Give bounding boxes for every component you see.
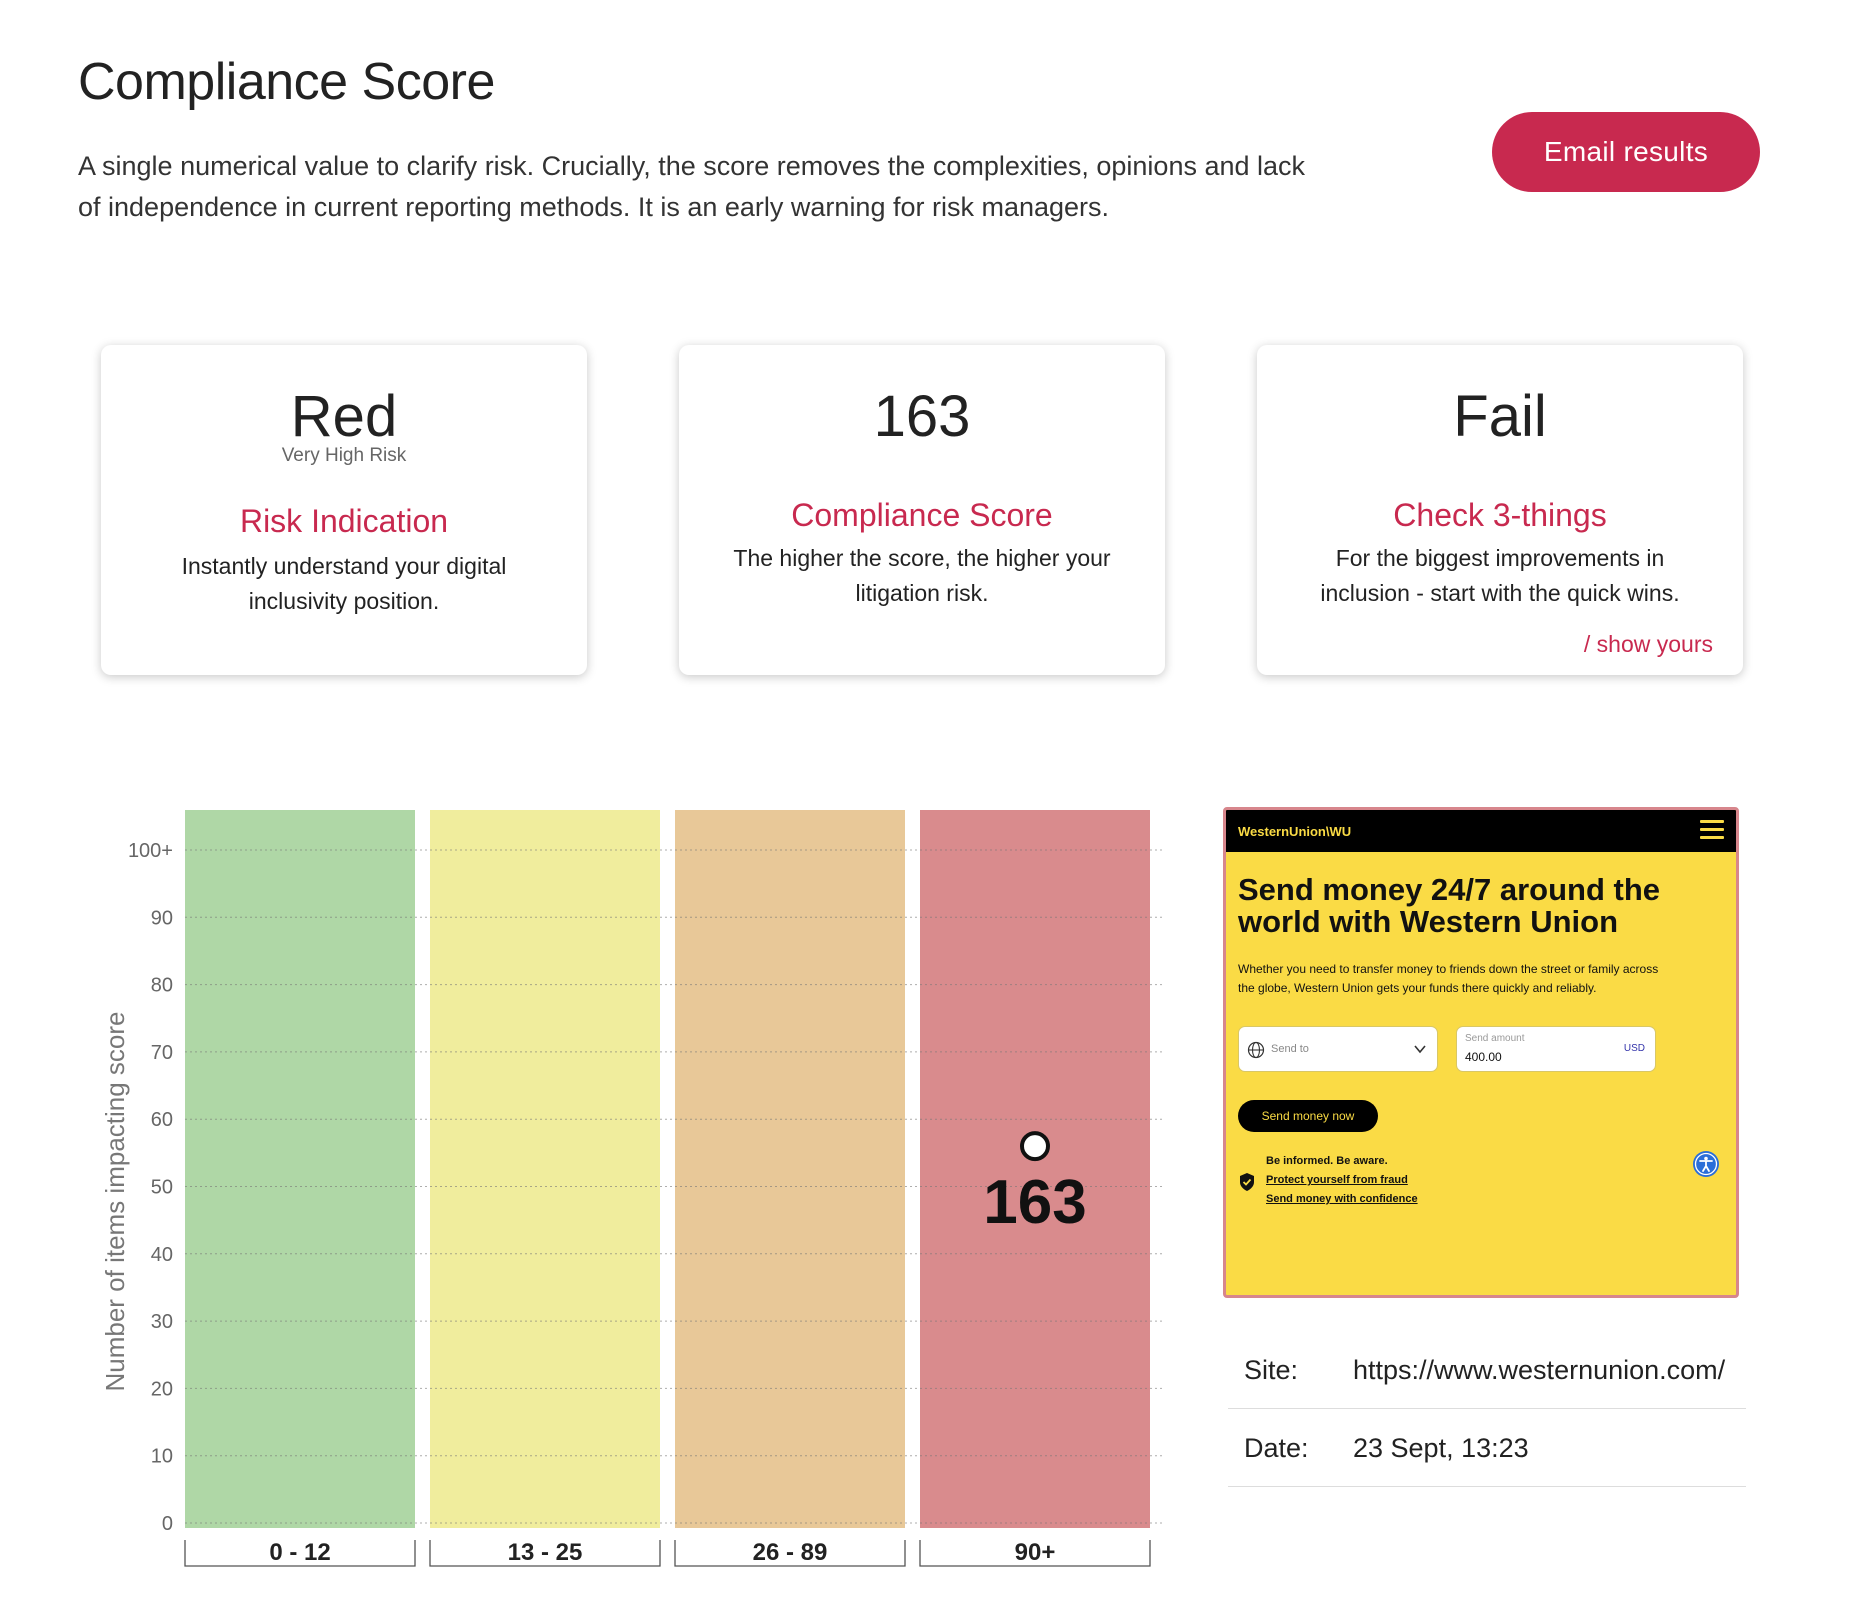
score-heading: Compliance Score — [791, 497, 1053, 533]
y-tick-label: 40 — [151, 1244, 173, 1266]
score-chart-svg: 0 - 12 13 - 25 26 - 89 90+ 0 10 20 30 40 50 60 70 80… — [100, 810, 1162, 1567]
y-tick-label: 10 — [151, 1446, 173, 1468]
y-tick-label: 70 — [151, 1042, 173, 1064]
show-yours-link[interactable]: / show yours — [1584, 631, 1713, 658]
shield-icon — [1240, 1173, 1254, 1191]
wu-info-title: Be informed. Be aware. — [1266, 1155, 1388, 1167]
y-axis-label: Number of items impacting score — [100, 1011, 130, 1391]
risk-subvalue: Very High Risk — [281, 445, 407, 466]
globe-icon — [1247, 1041, 1265, 1059]
wu-paragraph: Whether you need to transfer money to fr… — [1238, 962, 1659, 995]
accessibility-icon — [1693, 1151, 1719, 1177]
check-things-card: Fail Check 3-things For the biggest impr… — [1257, 345, 1743, 675]
wu-logo: WesternUnion\WU — [1238, 824, 1352, 839]
x-tick-label: 13 - 25 — [508, 1539, 583, 1566]
wu-fraud-link: Protect yourself from fraud — [1266, 1174, 1408, 1186]
check-value: Fail — [1453, 384, 1547, 449]
check-body: For the biggest improvements in inclusio… — [1320, 545, 1680, 606]
date-label: Date: — [1244, 1433, 1309, 1463]
email-results-button[interactable]: Email results — [1492, 112, 1760, 192]
risk-value: Red — [290, 384, 398, 449]
wu-send-to-placeholder: Send to — [1271, 1043, 1309, 1055]
y-tick-label: 90 — [151, 907, 173, 929]
wu-amount-value: 400.00 — [1465, 1050, 1502, 1064]
wu-send-to-field: Send to — [1238, 1026, 1438, 1072]
y-tick-label: 20 — [151, 1378, 173, 1400]
risk-body: Instantly understand your digital inclus… — [181, 553, 507, 614]
date-row: Date: 23 Sept, 13:23 — [1228, 1409, 1746, 1487]
x-tick-label: 26 - 89 — [753, 1539, 828, 1566]
score-point — [1020, 1131, 1050, 1162]
page-description: A single numerical value to clarify risk… — [78, 151, 1306, 222]
y-tick-label: 80 — [151, 975, 173, 997]
wu-amount-field: Send amount 400.00 USD — [1456, 1026, 1656, 1072]
site-label: Site: — [1244, 1355, 1299, 1385]
wu-amount-label: Send amount — [1465, 1033, 1525, 1044]
page-title: Compliance Score — [78, 53, 495, 111]
wu-header-bar: WesternUnion\WU — [1226, 810, 1736, 852]
site-row: Site: https://www.westernunion.com/ — [1228, 1331, 1746, 1409]
check-heading: Check 3-things — [1393, 497, 1607, 533]
date-value: 23 Sept, 13:23 — [1353, 1433, 1529, 1463]
score-body: The higher the score, the higher your li… — [733, 545, 1111, 606]
score-point-label: 163 — [983, 1168, 1086, 1237]
score-value: 163 — [873, 384, 971, 449]
x-tick-label: 90+ — [1015, 1539, 1056, 1566]
chevron-down-icon — [1414, 1045, 1426, 1054]
wu-send-money-button: Send money now — [1238, 1100, 1378, 1132]
compliance-score-card: 163 Compliance Score The higher the scor… — [679, 345, 1165, 675]
risk-indication-card: Red Very High Risk Risk Indication Insta… — [101, 345, 587, 675]
score-chart: 0 - 12 13 - 25 26 - 89 90+ 0 10 20 30 40 50 60 70 80… — [0, 790, 1180, 1590]
y-tick-label: 100+ — [128, 840, 173, 862]
x-tick-label: 0 - 12 — [269, 1539, 330, 1566]
risk-heading: Risk Indication — [239, 503, 449, 539]
wu-currency: USD — [1623, 1043, 1645, 1054]
y-tick-label: 60 — [151, 1109, 173, 1131]
y-tick-label: 30 — [151, 1311, 173, 1333]
menu-icon — [1700, 820, 1724, 840]
wu-headline: Send money 24/7 around the world with We… — [1238, 872, 1661, 939]
site-url: https://www.westernunion.com/ — [1353, 1355, 1726, 1385]
wu-confidence-link: Send money with confidence — [1266, 1193, 1418, 1205]
site-screenshot: WesternUnion\WU Send money 24/7 around t… — [1223, 807, 1739, 1298]
y-tick-label: 0 — [162, 1513, 173, 1535]
y-tick-label: 50 — [151, 1177, 173, 1199]
